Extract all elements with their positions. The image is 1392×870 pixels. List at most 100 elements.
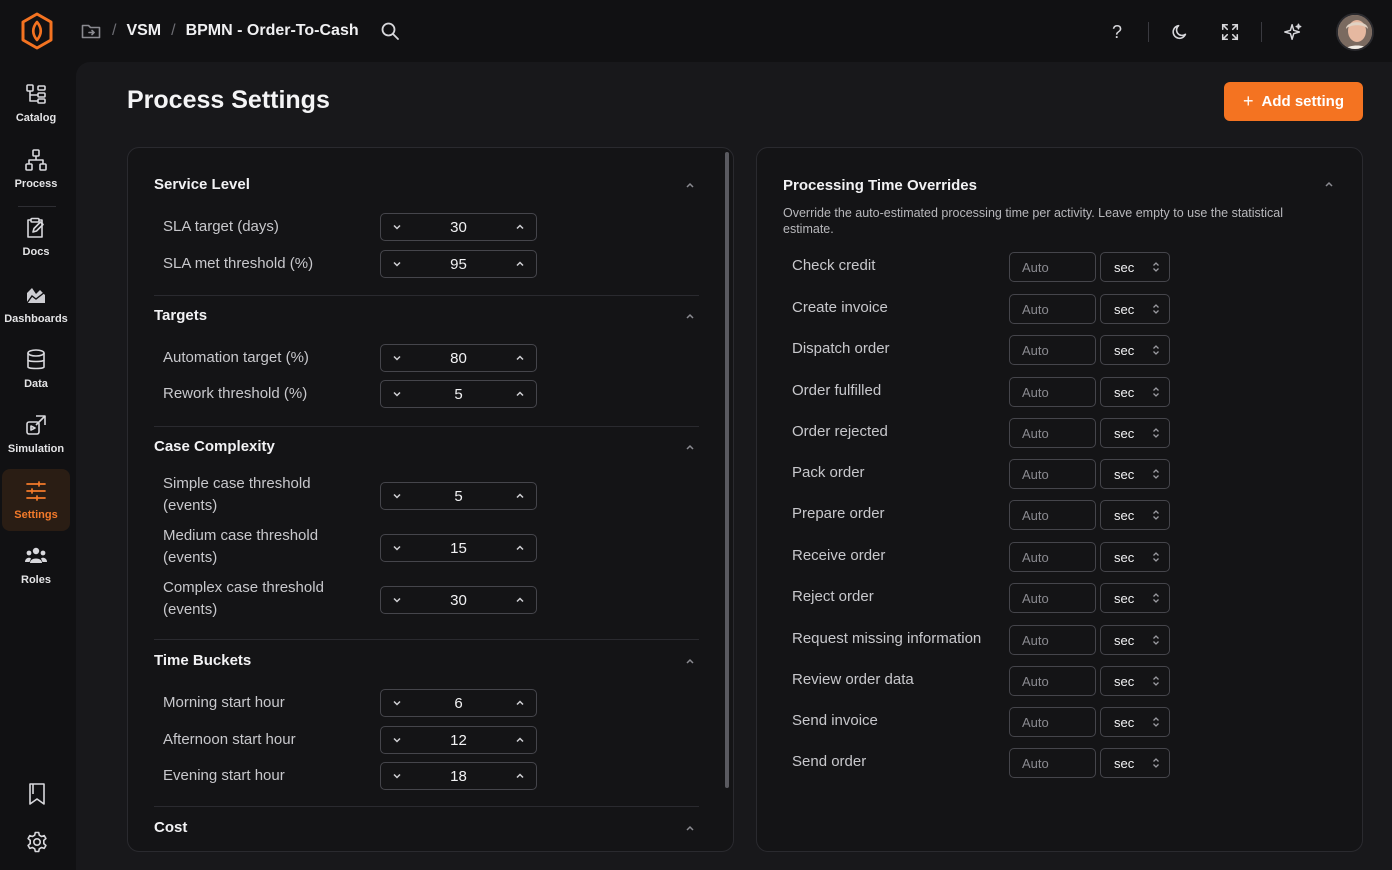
processing-time-input[interactable] — [1009, 459, 1096, 489]
simple-case-threshold-stepper[interactable]: 5 — [380, 482, 537, 510]
chevron-down-icon[interactable] — [391, 221, 403, 233]
chevron-up-icon[interactable] — [514, 770, 526, 782]
processing-time-input[interactable] — [1009, 583, 1096, 613]
chevron-down-icon[interactable] — [391, 770, 403, 782]
processing-time-input[interactable] — [1009, 335, 1096, 365]
stepper-value[interactable]: 15 — [450, 540, 467, 557]
section-title[interactable]: Cost — [154, 819, 187, 836]
processing-time-input[interactable] — [1009, 252, 1096, 282]
stepper-value[interactable]: 30 — [450, 219, 467, 236]
chevron-down-icon[interactable] — [391, 352, 403, 364]
chevron-up-icon[interactable] — [514, 734, 526, 746]
processing-time-input[interactable] — [1009, 542, 1096, 572]
bookmark-icon[interactable] — [25, 782, 49, 806]
gear-icon[interactable] — [25, 830, 49, 854]
section-title[interactable]: Service Level — [154, 176, 250, 193]
time-unit-select[interactable]: sec — [1100, 377, 1170, 407]
scrollbar[interactable] — [725, 152, 729, 788]
chevron-up-icon[interactable] — [684, 822, 696, 834]
sidebar-item-data[interactable]: Data — [2, 338, 70, 400]
processing-time-input[interactable] — [1009, 500, 1096, 530]
stepper-value[interactable]: 18 — [450, 768, 467, 785]
medium-case-threshold-stepper[interactable]: 15 — [380, 534, 537, 562]
time-unit-select[interactable]: sec — [1100, 707, 1170, 737]
time-unit-select[interactable]: sec — [1100, 459, 1170, 489]
rework-threshold-stepper[interactable]: 5 — [380, 380, 537, 408]
sidebar-item-roles[interactable]: Roles — [2, 534, 70, 596]
time-unit-select[interactable]: sec — [1100, 625, 1170, 655]
time-unit-select[interactable]: sec — [1100, 500, 1170, 530]
chevron-up-icon[interactable] — [684, 179, 696, 191]
evening-start-stepper[interactable]: 18 — [380, 762, 537, 790]
app-logo-icon[interactable] — [20, 12, 54, 50]
sla-target-stepper[interactable]: 30 — [380, 213, 537, 241]
overrides-title[interactable]: Processing Time Overrides — [783, 177, 977, 194]
morning-start-stepper[interactable]: 6 — [380, 689, 537, 717]
chevron-up-icon[interactable] — [684, 655, 696, 667]
chevron-down-icon[interactable] — [391, 734, 403, 746]
chevron-up-icon[interactable] — [684, 310, 696, 322]
chevron-up-icon[interactable] — [514, 258, 526, 270]
breadcrumb-item-vsm[interactable]: VSM — [126, 22, 161, 40]
section-title[interactable]: Case Complexity — [154, 438, 275, 455]
stepper-value[interactable]: 30 — [450, 592, 467, 609]
user-avatar[interactable] — [1336, 13, 1374, 51]
sidebar-item-catalog[interactable]: Catalog — [2, 72, 70, 134]
time-unit-select[interactable]: sec — [1100, 294, 1170, 324]
fullscreen-button[interactable] — [1219, 21, 1241, 43]
stepper-value[interactable]: 12 — [450, 732, 467, 749]
sidebar-item-docs[interactable]: Docs — [2, 206, 70, 268]
section-title[interactable]: Targets — [154, 307, 207, 324]
chevron-up-icon[interactable] — [514, 594, 526, 606]
sla-met-threshold-stepper[interactable]: 95 — [380, 250, 537, 278]
chevron-down-icon[interactable] — [391, 388, 403, 400]
processing-time-input[interactable] — [1009, 377, 1096, 407]
chevron-up-icon[interactable] — [514, 542, 526, 554]
automation-target-stepper[interactable]: 80 — [380, 344, 537, 372]
processing-time-input[interactable] — [1009, 666, 1096, 696]
time-unit-select[interactable]: sec — [1100, 748, 1170, 778]
chevron-down-icon[interactable] — [391, 490, 403, 502]
chevron-down-icon[interactable] — [391, 594, 403, 606]
stepper-value[interactable]: 95 — [450, 256, 467, 273]
time-unit-select[interactable]: sec — [1100, 252, 1170, 282]
chevron-up-icon[interactable] — [514, 388, 526, 400]
stepper-value[interactable]: 5 — [454, 488, 462, 505]
time-unit-select[interactable]: sec — [1100, 542, 1170, 572]
chevron-up-icon[interactable] — [514, 697, 526, 709]
stepper-value[interactable]: 80 — [450, 350, 467, 367]
sidebar-item-settings[interactable]: Settings — [2, 469, 70, 531]
chevron-down-icon[interactable] — [391, 697, 403, 709]
time-unit-select[interactable]: sec — [1100, 666, 1170, 696]
chevron-up-icon[interactable] — [514, 490, 526, 502]
sidebar-item-process[interactable]: Process — [2, 138, 70, 200]
breadcrumb-item-process[interactable]: BPMN - Order-To-Cash — [186, 22, 359, 40]
chevron-up-icon[interactable] — [1323, 178, 1335, 190]
processing-time-input[interactable] — [1009, 418, 1096, 448]
add-setting-button[interactable]: + Add setting — [1224, 82, 1363, 121]
sidebar-item-dashboards[interactable]: Dashboards — [2, 273, 70, 335]
chevron-down-icon[interactable] — [391, 258, 403, 270]
chevron-up-icon[interactable] — [684, 441, 696, 453]
complex-case-threshold-stepper[interactable]: 30 — [380, 586, 537, 614]
afternoon-start-stepper[interactable]: 12 — [380, 726, 537, 754]
stepper-value[interactable]: 6 — [454, 695, 462, 712]
stepper-value[interactable]: 5 — [454, 386, 462, 403]
ai-assistant-button[interactable] — [1282, 21, 1304, 43]
folder-icon[interactable] — [80, 20, 102, 42]
chevron-down-icon[interactable] — [391, 542, 403, 554]
time-unit-select[interactable]: sec — [1100, 335, 1170, 365]
processing-time-input[interactable] — [1009, 625, 1096, 655]
processing-time-input[interactable] — [1009, 748, 1096, 778]
chevron-up-icon[interactable] — [514, 352, 526, 364]
time-unit-select[interactable]: sec — [1100, 583, 1170, 613]
section-title[interactable]: Time Buckets — [154, 652, 251, 669]
sidebar-item-simulation[interactable]: Simulation — [2, 403, 70, 465]
chevron-up-icon[interactable] — [514, 221, 526, 233]
processing-time-input[interactable] — [1009, 294, 1096, 324]
processing-time-input[interactable] — [1009, 707, 1096, 737]
help-button[interactable]: ? — [1106, 21, 1128, 43]
search-icon[interactable] — [379, 20, 401, 42]
dark-mode-toggle[interactable] — [1169, 21, 1191, 43]
time-unit-select[interactable]: sec — [1100, 418, 1170, 448]
